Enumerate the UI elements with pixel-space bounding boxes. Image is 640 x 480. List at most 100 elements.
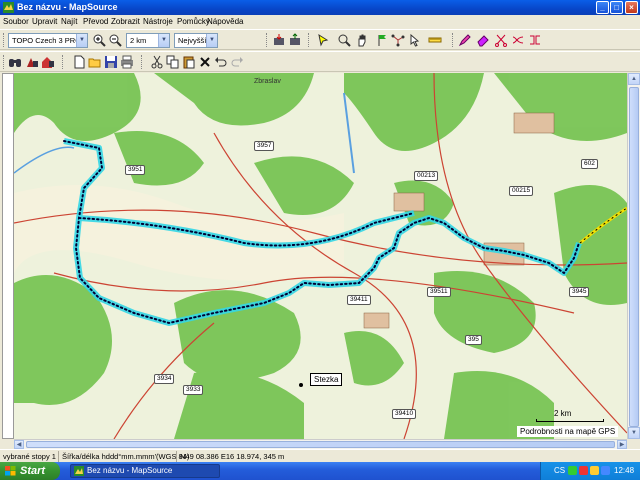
- zoom-in-button[interactable]: [92, 33, 106, 47]
- hand-icon: [358, 34, 366, 47]
- security-icon[interactable]: [579, 466, 588, 475]
- scissors-icon: [495, 34, 507, 47]
- delete-icon: [200, 57, 210, 67]
- menu-soubor[interactable]: Soubor: [3, 16, 29, 27]
- vertical-scroll-thumb[interactable]: [629, 87, 639, 427]
- scroll-left-button[interactable]: ◀: [14, 440, 24, 449]
- binoculars-icon: [9, 59, 21, 67]
- road-number: 00215: [509, 186, 534, 196]
- menu-prevod[interactable]: Převod: [83, 16, 108, 27]
- mapsource-app-icon: [3, 2, 14, 13]
- route-tool-button[interactable]: [391, 33, 405, 47]
- status-bar: vybrané stopy 1 Šířka/délka hddd°mm.mmm'…: [0, 449, 640, 462]
- mapsource-app-icon: [74, 466, 84, 476]
- track-tool-button[interactable]: [407, 33, 421, 47]
- menu-napoveda[interactable]: Nápověda: [207, 16, 243, 27]
- vertical-scrollbar[interactable]: ▲ ▼: [627, 73, 640, 439]
- zoom-out-button[interactable]: [108, 33, 122, 47]
- filter-tool-button-1[interactable]: [458, 33, 472, 47]
- taskbar-item-mapsource[interactable]: Bez názvu - MapSource: [70, 464, 220, 478]
- undo-icon: [215, 57, 227, 67]
- receive-from-device-button[interactable]: [272, 33, 286, 47]
- menu-pomucky[interactable]: Pomůcky: [177, 16, 210, 27]
- road-number: 602: [581, 159, 598, 169]
- toolbar-grip[interactable]: [141, 55, 144, 69]
- taskbar: Start Bez názvu - MapSource CS 12:48: [0, 462, 640, 480]
- find-places-button[interactable]: [25, 55, 39, 69]
- menu-upravit[interactable]: Upravit: [32, 16, 57, 27]
- menu-najit[interactable]: Najít: [61, 16, 77, 27]
- scroll-down-button[interactable]: ▼: [628, 427, 640, 439]
- redo-button[interactable]: [230, 55, 244, 69]
- printer-icon: [121, 55, 133, 69]
- toolbar-grip[interactable]: [452, 33, 455, 47]
- new-file-button[interactable]: [72, 55, 86, 69]
- scroll-right-button[interactable]: ▶: [617, 440, 627, 449]
- map-product-select[interactable]: TOPO Czech 3 PRO ▼: [8, 33, 88, 48]
- scale-bar: [536, 419, 604, 422]
- print-button[interactable]: [120, 55, 134, 69]
- split-track-icon: [530, 35, 540, 45]
- system-tray: CS 12:48: [540, 462, 640, 480]
- ruler-icon: [428, 37, 442, 43]
- road-number: 3934: [154, 374, 175, 384]
- hand-tool-button[interactable]: [355, 33, 369, 47]
- horizontal-scrollbar[interactable]: ◀ ▶: [14, 439, 627, 449]
- pencil-icon: [458, 34, 471, 47]
- horizontal-scroll-thumb[interactable]: [26, 441, 615, 448]
- volume-icon[interactable]: [590, 466, 599, 475]
- toolbar-grip[interactable]: [62, 55, 65, 69]
- device-send-icon: [290, 33, 300, 45]
- map-label-zbraslav: Zbraslav: [254, 78, 281, 85]
- pointer-icon: [410, 33, 420, 47]
- waypoint-label-stezka[interactable]: Stezka: [310, 373, 343, 386]
- cut-icon: [151, 55, 163, 69]
- filter-tool-button-2[interactable]: [476, 33, 490, 47]
- map-canvas[interactable]: Zbraslav 3957 3951 00213 00215 39411 395…: [14, 73, 627, 439]
- language-indicator[interactable]: CS: [554, 465, 565, 477]
- find-address-button[interactable]: [41, 55, 55, 69]
- tray-app-icon[interactable]: [601, 466, 610, 475]
- menu-zobrazit[interactable]: Zobrazit: [111, 16, 140, 27]
- start-label: Start: [20, 465, 46, 477]
- zoom-scale-value: 2 km: [130, 36, 147, 45]
- eraser-icon: [477, 35, 489, 47]
- undo-button[interactable]: [214, 55, 228, 69]
- scroll-up-button[interactable]: ▲: [628, 73, 640, 85]
- device-receive-icon: [274, 34, 284, 45]
- paste-button[interactable]: [182, 55, 196, 69]
- copy-button[interactable]: [166, 55, 180, 69]
- zoom-scale-select[interactable]: 2 km ▼: [126, 33, 170, 48]
- waypoint-tool-button[interactable]: [375, 33, 389, 47]
- network-icon[interactable]: [568, 466, 577, 475]
- toolbar-grip[interactable]: [266, 33, 269, 47]
- delete-button[interactable]: [198, 55, 212, 69]
- filter-tool-button-4[interactable]: [511, 33, 525, 47]
- filter-tool-button-3[interactable]: [494, 33, 508, 47]
- open-file-button[interactable]: [88, 55, 102, 69]
- select-tool-button[interactable]: [316, 33, 330, 47]
- toolbar-grip[interactable]: [308, 33, 311, 47]
- detail-level-select[interactable]: Nejvyšší ▼: [174, 33, 218, 48]
- paste-icon: [183, 56, 195, 69]
- close-button[interactable]: ×: [625, 1, 638, 14]
- chevron-down-icon: ▼: [76, 34, 87, 47]
- join-track-icon: [512, 36, 524, 44]
- save-button[interactable]: [104, 55, 118, 69]
- zoom-tool-button[interactable]: [337, 33, 351, 47]
- start-button[interactable]: Start: [0, 462, 60, 480]
- distance-tool-button[interactable]: [428, 33, 442, 47]
- toolbar-grip[interactable]: [3, 55, 6, 69]
- save-icon: [105, 56, 117, 68]
- find-button[interactable]: [8, 55, 22, 69]
- send-to-device-button[interactable]: [288, 33, 302, 47]
- menu-nastroje[interactable]: Nástroje: [143, 16, 173, 27]
- filter-tool-button-5[interactable]: [528, 33, 542, 47]
- road-number: 39411: [347, 295, 371, 305]
- maximize-button[interactable]: □: [610, 1, 623, 14]
- cut-button[interactable]: [150, 55, 164, 69]
- chevron-down-icon: ▼: [158, 34, 169, 47]
- route-icon: [391, 34, 405, 47]
- toolbar-grip[interactable]: [3, 33, 6, 47]
- minimize-button[interactable]: _: [596, 1, 609, 14]
